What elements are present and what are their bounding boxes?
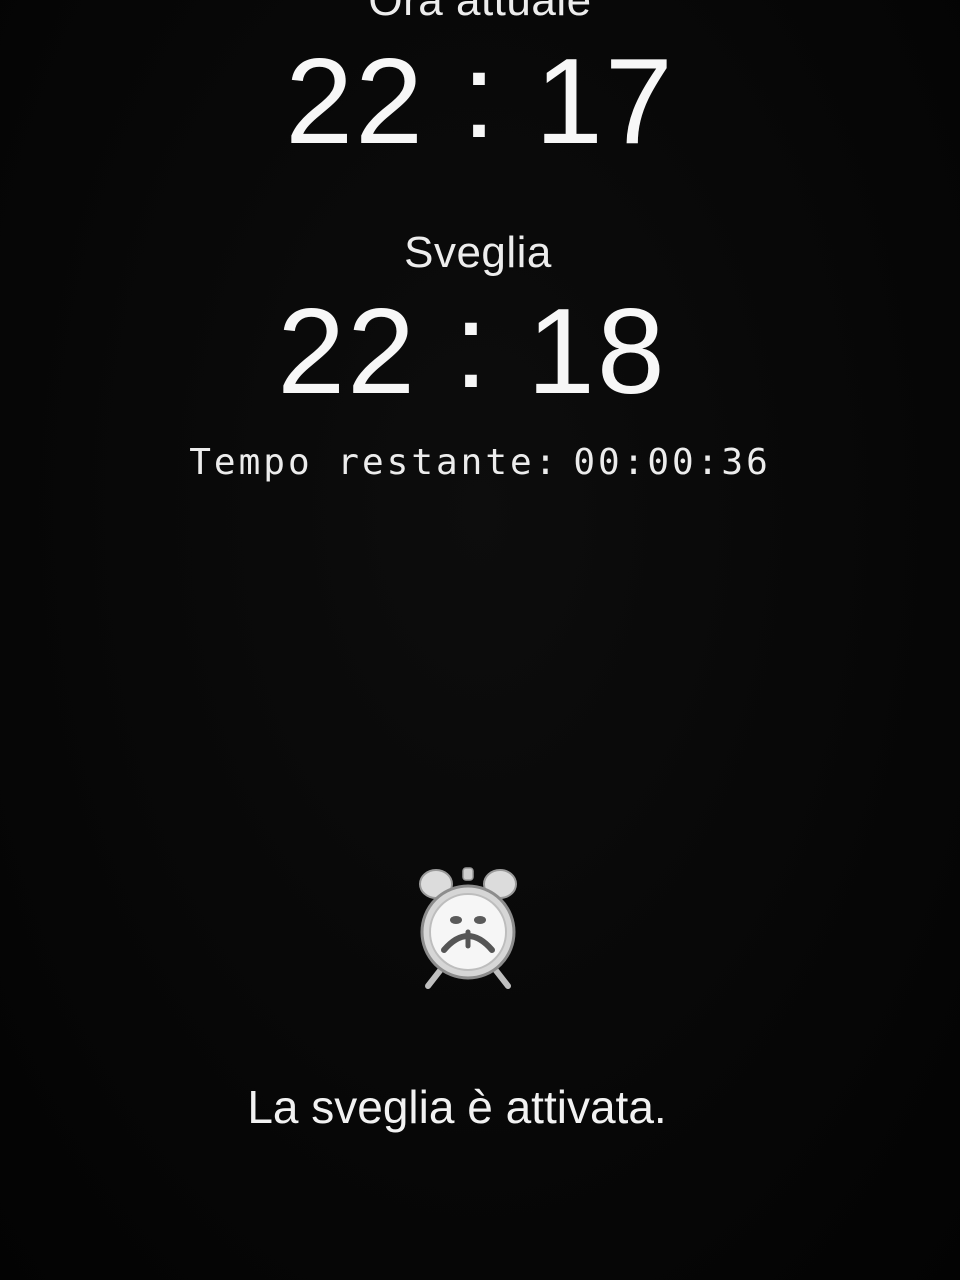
- alarm-time-separator: :: [454, 277, 490, 413]
- current-time-separator: :: [462, 27, 498, 163]
- time-remaining-label: Tempo restante:: [189, 442, 560, 483]
- alarm-status-message: La sveglia è attivata.: [247, 1081, 667, 1133]
- alarm-time-label: Sveglia: [404, 228, 552, 277]
- alarm-time-display[interactable]: 22 : 18: [0, 284, 952, 412]
- alarm-time-minutes[interactable]: 18: [527, 290, 687, 412]
- current-time-minutes: 17: [535, 33, 675, 169]
- alarm-time-hours[interactable]: 22: [257, 290, 417, 412]
- time-remaining-value: 00:00:36: [573, 442, 771, 483]
- time-remaining: Tempo restante: 00:00:36: [0, 442, 960, 483]
- alarm-clock-icon[interactable]: [414, 862, 522, 992]
- current-time-hours: 22: [285, 33, 425, 169]
- current-time-label: Ora attuale: [368, 0, 592, 25]
- alarm-screen: Ora attuale 22 : 17 Sveglia 22 : 18 Temp…: [0, 0, 960, 1280]
- current-time-display: 22 : 17: [0, 33, 960, 169]
